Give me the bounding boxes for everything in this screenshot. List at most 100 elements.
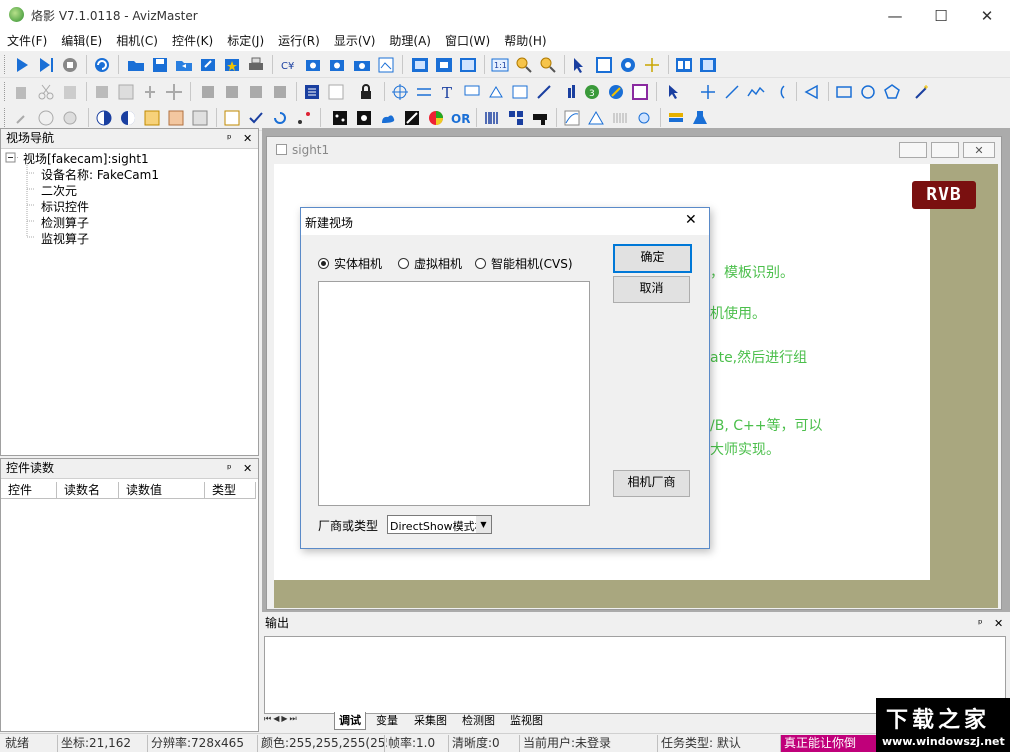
dialog-titlebar[interactable]: 新建视场 ✕ (301, 208, 709, 235)
arrow-pointer-icon[interactable] (664, 82, 684, 102)
layout-panel-icon[interactable] (698, 55, 718, 75)
actual-size-icon[interactable]: 1:1 (490, 55, 510, 75)
tab-monitor-image[interactable]: 监视图 (506, 712, 547, 729)
tree-item-markers[interactable]: 标识控件 (41, 198, 89, 215)
export-icon[interactable] (198, 55, 218, 75)
align-center-icon[interactable] (222, 82, 242, 102)
align-bottom-icon[interactable] (270, 82, 290, 102)
select-pointer-icon[interactable] (570, 55, 590, 75)
radio-physical-camera[interactable]: 实体相机 (318, 255, 382, 272)
radio-smart-camera[interactable]: 智能相机(CVS) (475, 255, 573, 272)
crosshair-grid-icon[interactable] (390, 82, 410, 102)
tree-item-detect-operators[interactable]: 检测算子 (41, 214, 89, 231)
align-right-icon[interactable] (246, 82, 266, 102)
copy-icon[interactable] (12, 82, 32, 102)
stop-icon[interactable] (60, 55, 80, 75)
step-run-icon[interactable] (36, 55, 56, 75)
menu-camera[interactable]: 相机(C) (109, 31, 165, 51)
camera-vendor-button[interactable]: 相机厂商 (613, 470, 690, 497)
camera-currency-icon[interactable]: C¥ (280, 55, 300, 75)
menu-assistant[interactable]: 助理(A) (382, 31, 438, 51)
ok-button[interactable]: 确定 (613, 244, 692, 273)
grid-icon[interactable] (116, 82, 136, 102)
child-close-button[interactable]: ✕ (963, 142, 995, 158)
favorite-icon[interactable] (222, 55, 242, 75)
refresh-icon[interactable] (92, 55, 112, 75)
barcode-icon[interactable] (482, 108, 502, 128)
smiley-icon[interactable] (36, 108, 56, 128)
pin-icon[interactable]: ᵖ (227, 459, 232, 478)
region-icon[interactable] (594, 55, 614, 75)
close-panel-icon[interactable]: ✕ (243, 459, 252, 478)
texture-icon[interactable] (190, 108, 210, 128)
pin-icon[interactable]: ᵖ (978, 614, 983, 633)
tree-icon[interactable] (140, 82, 160, 102)
menu-view[interactable]: 显示(V) (327, 31, 383, 51)
close-panel-icon[interactable]: ✕ (994, 614, 1003, 633)
filter-icon[interactable] (166, 108, 186, 128)
triangle-tool-icon[interactable] (802, 82, 822, 102)
pin-icon[interactable]: ᵖ (227, 129, 232, 148)
bar-grid-icon[interactable] (610, 108, 630, 128)
fit-window-icon[interactable] (458, 55, 478, 75)
measure-icon[interactable] (534, 82, 554, 102)
camera-search-icon[interactable] (304, 55, 324, 75)
histogram-icon[interactable] (558, 82, 578, 102)
flag-icon[interactable] (666, 108, 686, 128)
radio-button[interactable] (398, 258, 409, 269)
menu-calibrate[interactable]: 标定(J) (220, 31, 271, 51)
open-file-icon[interactable] (174, 55, 194, 75)
contrast-icon[interactable] (94, 108, 114, 128)
blob-icon[interactable] (354, 108, 374, 128)
open-folder-icon[interactable] (126, 55, 146, 75)
menu-control[interactable]: 控件(K) (165, 31, 220, 51)
brightness-icon[interactable] (118, 108, 138, 128)
crosshair-icon[interactable] (642, 55, 662, 75)
vendor-select[interactable]: DirectShow模式相 ▼ (387, 515, 492, 534)
rotate-icon[interactable] (270, 108, 290, 128)
radio-button[interactable] (318, 258, 329, 269)
column-type[interactable]: 类型 (205, 482, 256, 499)
ocr-icon[interactable]: OR (450, 108, 470, 128)
tab-debug[interactable]: 调试 (334, 712, 366, 730)
text-icon[interactable]: T (438, 82, 458, 102)
dialog-close-button[interactable]: ✕ (685, 212, 697, 228)
tab-detect-image[interactable]: 检测图 (458, 712, 499, 729)
tree-item-monitor-operators[interactable]: 监视算子 (41, 230, 89, 247)
tree-root-scene[interactable]: 视场[fakecam]:sight1 (23, 150, 149, 167)
dots-icon[interactable] (330, 108, 350, 128)
stripes-icon[interactable] (402, 108, 422, 128)
line-tool-icon[interactable] (722, 82, 742, 102)
column-reading-name[interactable]: 读数名 (57, 482, 119, 499)
move-icon[interactable] (164, 82, 184, 102)
tab-capture-image[interactable]: 采集图 (410, 712, 451, 729)
arc-icon[interactable] (770, 82, 790, 102)
settings-gear-icon[interactable] (60, 108, 80, 128)
close-window-button[interactable]: ✕ (964, 0, 1010, 31)
curve-chart-icon[interactable] (562, 108, 582, 128)
column-control[interactable]: 控件 (1, 482, 57, 499)
tree-item-device-name[interactable]: 设备名称: FakeCam1 (41, 166, 159, 183)
cloud-icon[interactable] (378, 108, 398, 128)
menu-help[interactable]: 帮助(H) (497, 31, 553, 51)
lock-icon[interactable] (356, 82, 376, 102)
menu-edit[interactable]: 编辑(E) (54, 31, 109, 51)
menu-file[interactable]: 文件(F) (0, 31, 54, 51)
counter-icon[interactable]: 3 (582, 82, 602, 102)
tab-variables[interactable]: 变量 (372, 712, 402, 729)
polygon-tool-icon[interactable] (882, 82, 902, 102)
mosaic-icon[interactable] (142, 108, 162, 128)
chevron-down-icon[interactable]: ▼ (476, 516, 491, 533)
burst-icon[interactable] (634, 108, 654, 128)
child-minimize-button[interactable] (899, 142, 927, 158)
comment-icon[interactable] (462, 82, 482, 102)
compass-icon[interactable] (606, 82, 626, 102)
zoom-out-icon[interactable] (538, 55, 558, 75)
camera-capture-icon[interactable] (352, 55, 372, 75)
triangle-chart-icon[interactable] (586, 108, 606, 128)
search-q-icon[interactable] (618, 55, 638, 75)
block-icon[interactable] (92, 82, 112, 102)
print-icon[interactable] (246, 55, 266, 75)
align-left-icon[interactable] (198, 82, 218, 102)
radio-virtual-camera[interactable]: 虚拟相机 (398, 255, 462, 272)
